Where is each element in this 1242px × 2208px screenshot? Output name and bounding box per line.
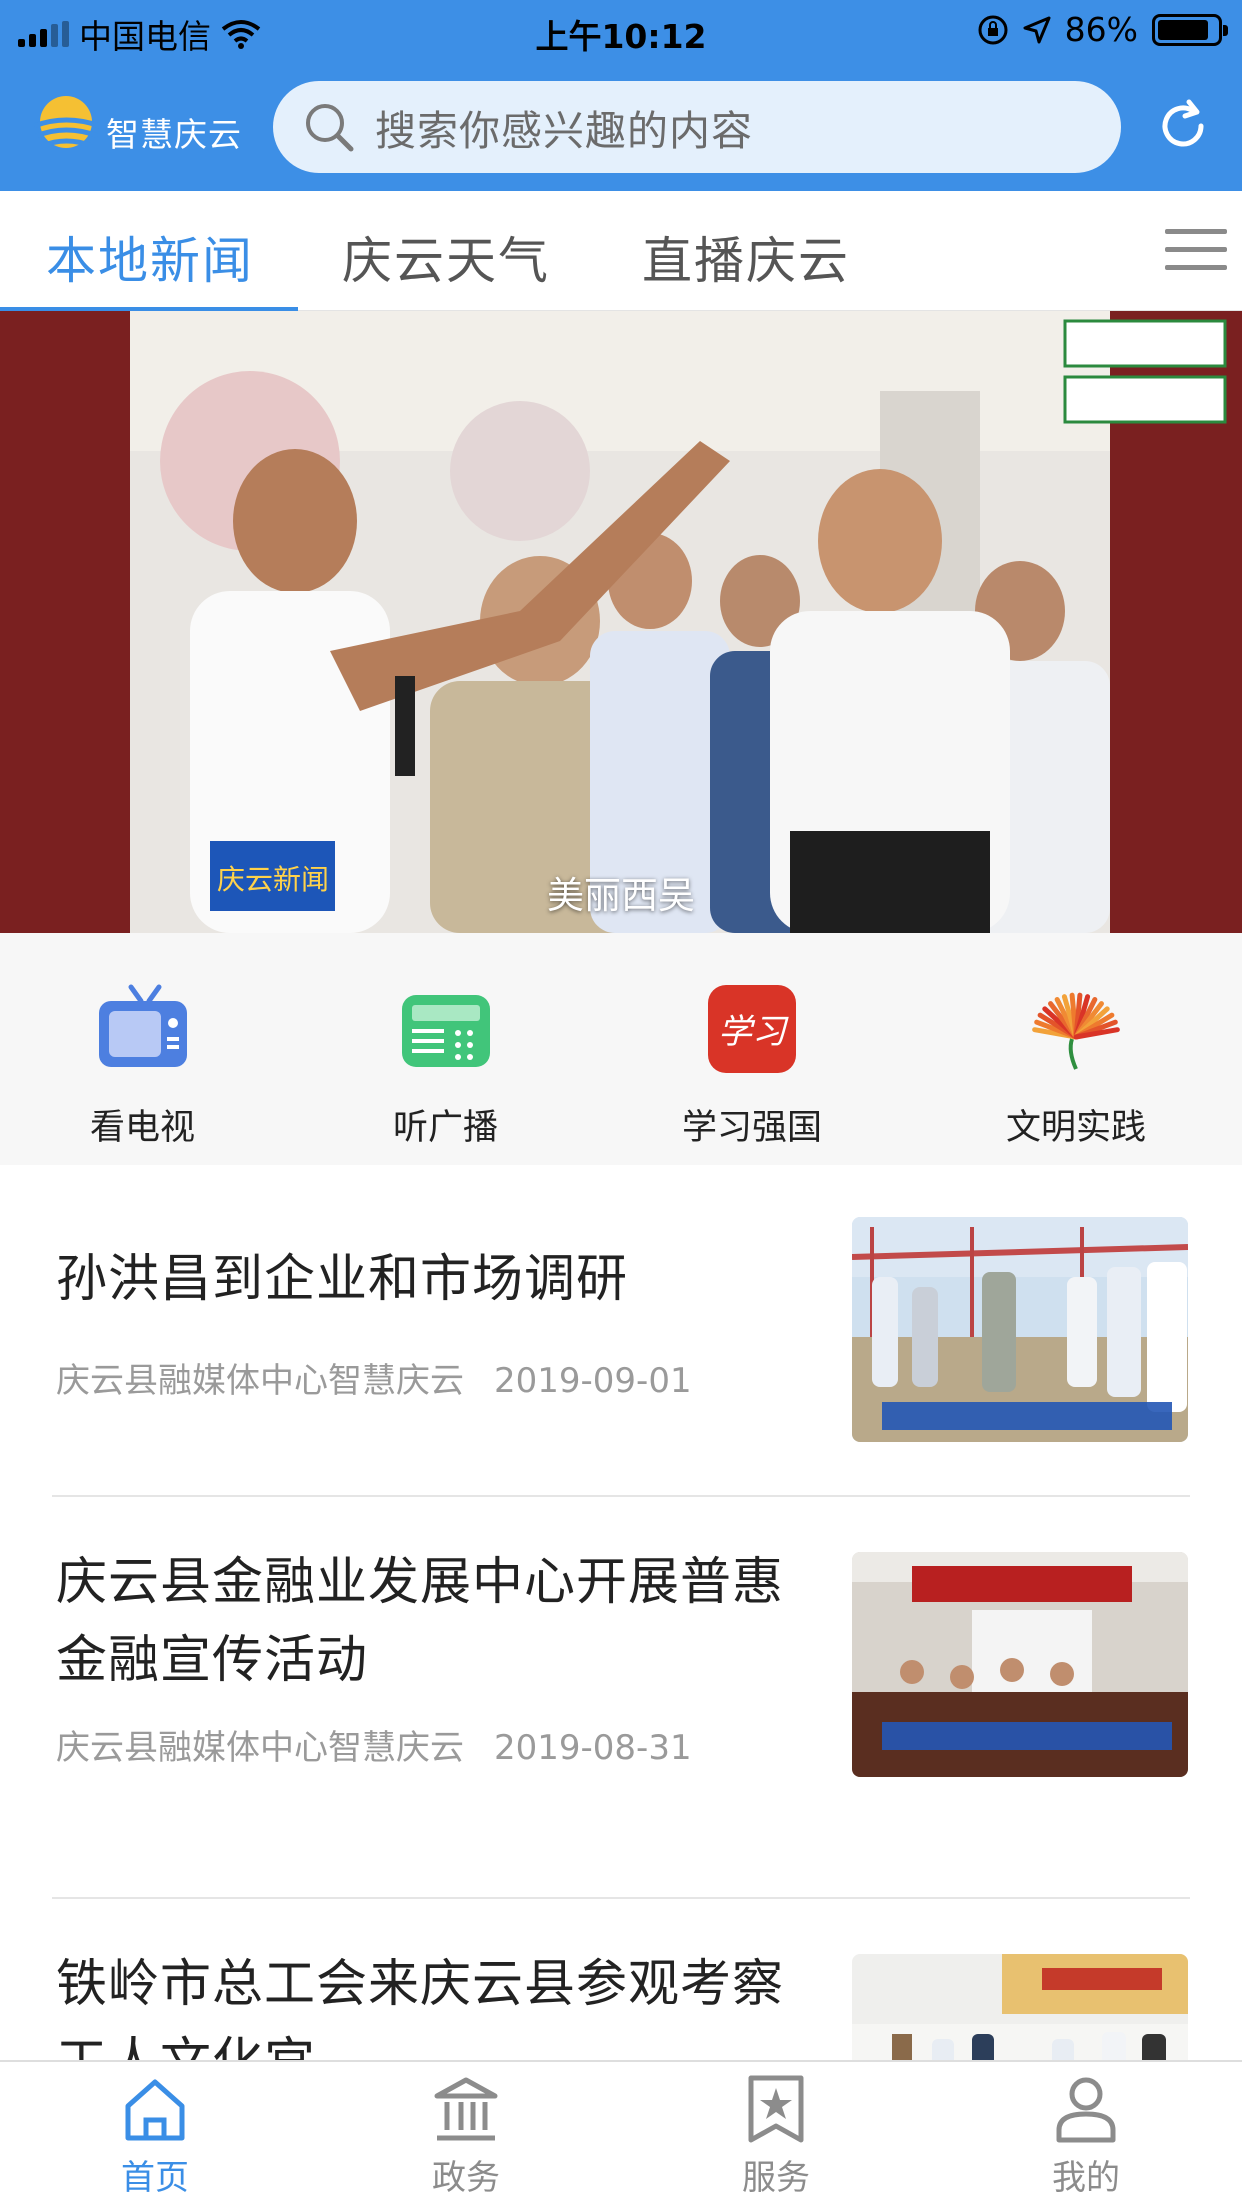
bottom-tab-bar: 首页 政务 服务 我的 <box>0 2060 1242 2208</box>
header: 智慧庆云 搜索你感兴趣的内容 <box>0 64 1242 191</box>
bottom-tab-mine-label: 我的 <box>1052 2158 1120 2198</box>
banner-caption: 美丽西吴 <box>547 874 695 917</box>
banner-image: 庆云新闻 <box>0 311 1242 933</box>
news-source: 庆云县融媒体中心智慧庆云 <box>56 1728 464 1768</box>
menu-icon[interactable] <box>1165 229 1227 275</box>
news-meta: 庆云县融媒体中心智慧庆云 2019-09-01 <box>56 1353 692 1402</box>
quick-radio[interactable]: 听广播 <box>393 981 498 1150</box>
news-title: 孙洪昌到企业和市场调研 <box>56 1250 629 1309</box>
location-icon <box>1023 16 1051 43</box>
tab-local-news[interactable]: 本地新闻 <box>46 221 254 293</box>
bottom-tab-government[interactable]: 政务 <box>366 2074 566 2199</box>
civilization-icon <box>1032 992 1120 1070</box>
quick-civilization-label: 文明实践 <box>1006 1108 1147 1148</box>
news-thumbnail <box>852 1217 1188 1442</box>
quick-xuexi[interactable]: 学习 学习强国 <box>682 981 822 1150</box>
bottom-tab-home[interactable]: 首页 <box>55 2074 255 2199</box>
news-source: 庆云县融媒体中心智慧庆云 <box>56 1361 464 1401</box>
bottom-tab-home-label: 首页 <box>121 2158 189 2198</box>
battery-percent: 86% <box>1064 10 1138 49</box>
search-input[interactable]: 搜索你感兴趣的内容 <box>273 81 1121 173</box>
home-icon <box>125 2079 185 2141</box>
quick-tv[interactable]: 看电视 <box>90 981 195 1150</box>
divider <box>52 1495 1190 1497</box>
news-item[interactable]: 孙洪昌到企业和市场调研 庆云县融媒体中心智慧庆云 2019-09-01 <box>52 1217 1190 1442</box>
news-thumbnail <box>852 1552 1188 1777</box>
tab-live[interactable]: 直播庆云 <box>642 221 850 293</box>
quick-xuexi-label: 学习强国 <box>682 1108 823 1148</box>
bookmark-star-icon <box>748 2075 804 2143</box>
divider <box>52 1897 1190 1899</box>
search-icon <box>306 104 354 152</box>
app-logo-text: 智慧庆云 <box>106 115 242 154</box>
quick-civilization[interactable]: 文明实践 <box>1006 981 1146 1150</box>
bottom-tab-service[interactable]: 服务 <box>676 2074 876 2199</box>
svg-text:学习: 学习 <box>718 1012 789 1052</box>
tv-icon <box>98 984 187 1067</box>
bottom-tab-service-label: 服务 <box>742 2158 810 2198</box>
bottom-tab-government-label: 政务 <box>432 2158 500 2198</box>
battery-icon <box>1152 13 1228 46</box>
sun-logo-icon <box>33 96 101 149</box>
news-item[interactable]: 庆云县金融业发展中心开展普惠金融宣传活动 庆云县融媒体中心智慧庆云 2019-08… <box>52 1548 1190 1828</box>
quick-radio-label: 听广播 <box>393 1108 499 1148</box>
top-bar: 中国电信 上午10:12 86% 智慧庆云 搜索你感兴趣的内容 <box>0 0 1242 191</box>
news-date: 2019-08-31 <box>494 1728 692 1768</box>
quick-entries: 看电视 听广播 学习 学习强国 文明实践 <box>0 933 1242 1165</box>
orientation-lock-icon <box>978 15 1008 44</box>
government-icon <box>434 2077 498 2141</box>
xuexi-icon: 学习 <box>708 985 796 1073</box>
status-bar: 中国电信 上午10:12 86% <box>0 0 1242 64</box>
news-title: 庆云县金融业发展中心开展普惠金融宣传活动 <box>56 1553 785 1690</box>
category-tabs: 本地新闻 庆云天气 直播庆云 <box>0 191 1242 311</box>
quick-tv-label: 看电视 <box>90 1108 196 1148</box>
news-date: 2019-09-01 <box>494 1361 692 1401</box>
bottom-tab-mine[interactable]: 我的 <box>986 2074 1186 2199</box>
banner-carousel[interactable]: 庆云新闻 美丽西吴 <box>0 311 1242 933</box>
refresh-icon[interactable] <box>1153 96 1213 156</box>
tab-weather[interactable]: 庆云天气 <box>342 221 550 293</box>
radio-icon <box>401 995 490 1067</box>
user-icon <box>1056 2077 1116 2143</box>
news-meta: 庆云县融媒体中心智慧庆云 2019-08-31 <box>56 1720 692 1769</box>
search-placeholder: 搜索你感兴趣的内容 <box>375 107 753 155</box>
